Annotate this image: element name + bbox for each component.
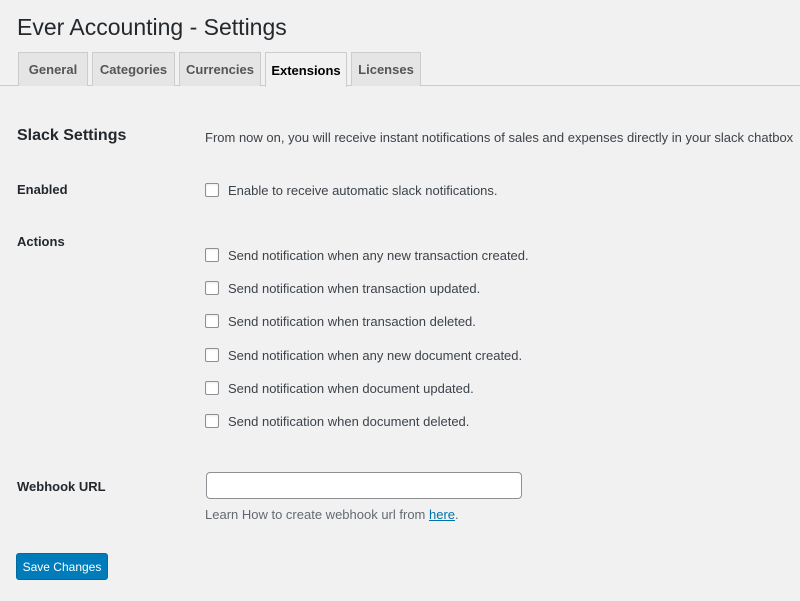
action-transaction-created[interactable]: Send notification when any new transacti… [205, 246, 529, 264]
tab-extensions[interactable]: Extensions [265, 52, 347, 87]
action-document-created[interactable]: Send notification when any new document … [205, 346, 522, 364]
action-transaction-deleted[interactable]: Send notification when transaction delet… [205, 312, 476, 330]
action-transaction-updated-label: Send notification when transaction updat… [228, 280, 481, 296]
action-document-deleted[interactable]: Send notification when document deleted. [205, 412, 469, 430]
actions-label: Actions [17, 234, 65, 249]
action-document-updated[interactable]: Send notification when document updated. [205, 379, 474, 397]
tab-currencies[interactable]: Currencies [179, 52, 261, 86]
enabled-checkbox-label: Enable to receive automatic slack notifi… [228, 182, 498, 198]
action-transaction-created-checkbox[interactable] [205, 248, 219, 262]
action-document-created-label: Send notification when any new document … [228, 347, 523, 363]
tab-categories[interactable]: Categories [92, 52, 175, 86]
webhook-help-link[interactable]: here [429, 507, 455, 522]
section-description: From now on, you will receive instant no… [205, 130, 794, 145]
settings-tabs: General Categories Currencies Extensions… [0, 52, 800, 87]
enabled-label: Enabled [17, 182, 68, 197]
enabled-checkbox[interactable] [205, 183, 219, 197]
action-transaction-deleted-checkbox[interactable] [205, 314, 219, 328]
webhook-help-suffix: . [455, 507, 459, 522]
action-transaction-updated-checkbox[interactable] [205, 281, 219, 295]
enabled-option[interactable]: Enable to receive automatic slack notifi… [205, 181, 498, 199]
tab-general[interactable]: General [18, 52, 88, 86]
webhook-label: Webhook URL [17, 479, 106, 494]
action-transaction-created-label: Send notification when any new transacti… [228, 247, 529, 263]
webhook-help-prefix: Learn How to create webhook url from [205, 507, 429, 522]
action-document-updated-label: Send notification when document updated. [228, 380, 474, 396]
action-document-created-checkbox[interactable] [205, 348, 219, 362]
tab-licenses[interactable]: Licenses [351, 52, 421, 86]
action-transaction-deleted-label: Send notification when transaction delet… [228, 313, 476, 329]
action-document-deleted-label: Send notification when document deleted. [228, 413, 470, 429]
page-title: Ever Accounting - Settings [17, 14, 287, 40]
webhook-help-text: Learn How to create webhook url from her… [205, 507, 459, 522]
webhook-url-input[interactable] [206, 472, 522, 499]
save-changes-button[interactable]: Save Changes [16, 553, 108, 580]
action-document-deleted-checkbox[interactable] [205, 414, 219, 428]
action-transaction-updated[interactable]: Send notification when transaction updat… [205, 279, 480, 297]
section-title: Slack Settings [17, 127, 127, 144]
action-document-updated-checkbox[interactable] [205, 381, 219, 395]
